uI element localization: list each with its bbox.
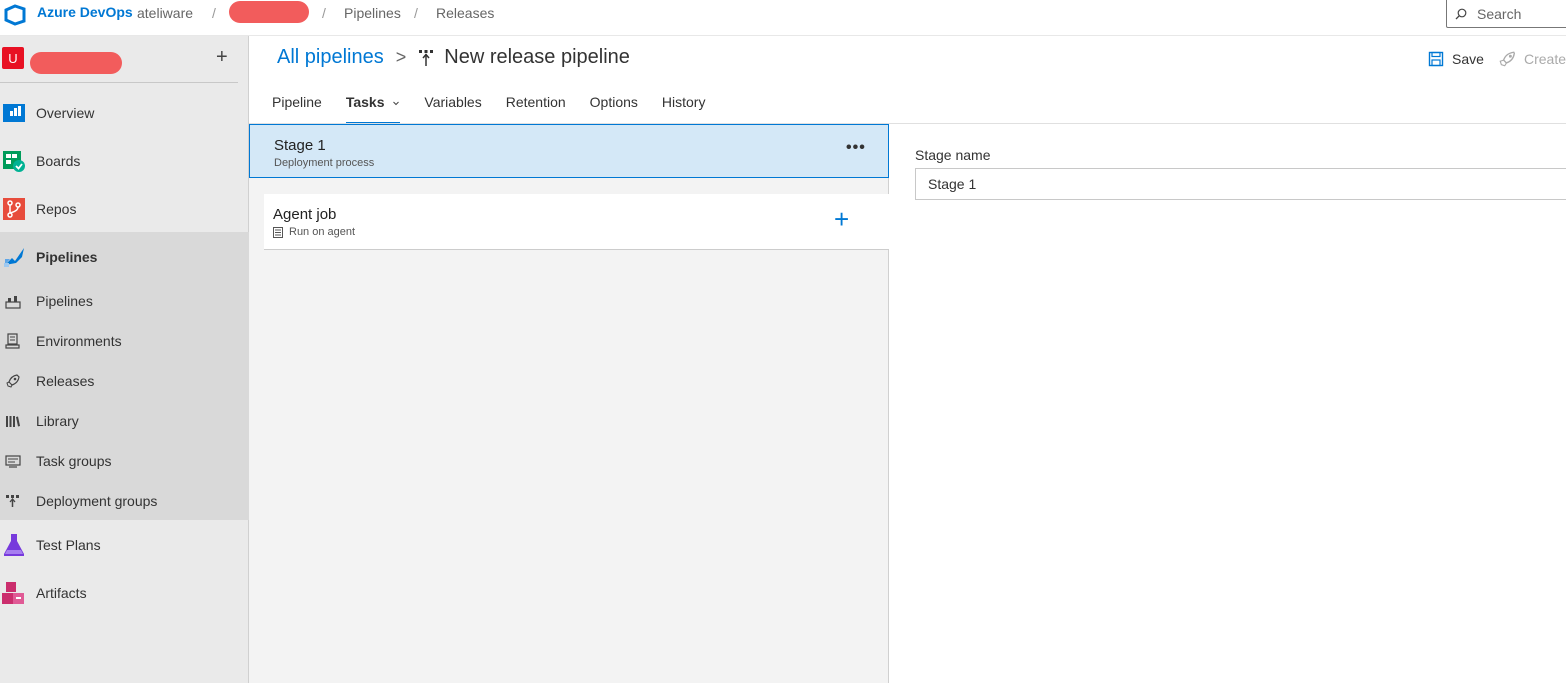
- stage-subtitle: Deployment process: [274, 157, 375, 169]
- pipelines-section: Pipelines Pipelines Environments Release…: [0, 232, 249, 520]
- azure-devops-logo-icon[interactable]: [4, 4, 26, 26]
- deployment-groups-icon: [6, 495, 19, 507]
- tab-tasks-label: Tasks: [345, 94, 385, 110]
- pipelines-sub-icon: [5, 296, 21, 309]
- overview-icon: [3, 104, 25, 122]
- save-button[interactable]: Save: [1428, 51, 1484, 67]
- rocket-icon: [1499, 51, 1515, 67]
- nav-sub-library[interactable]: Library: [0, 401, 249, 441]
- test-plans-flask-icon: [4, 534, 24, 556]
- nav-test-plans[interactable]: Test Plans: [0, 523, 249, 567]
- chevron-right-icon: >: [395, 47, 407, 67]
- releases-rocket-icon: [6, 374, 20, 388]
- add-task-plus-icon[interactable]: +: [834, 204, 849, 235]
- task-groups-icon: [5, 455, 21, 468]
- job-title: Agent job: [273, 206, 337, 223]
- breadcrumb-org[interactable]: ateliware: [137, 5, 193, 21]
- nav-sub-pipelines[interactable]: Pipelines: [0, 281, 249, 321]
- nav-sub-label: Environments: [36, 333, 122, 349]
- stage-item[interactable]: Stage 1 Deployment process •••: [249, 124, 889, 178]
- tab-variables[interactable]: Variables: [424, 94, 481, 124]
- nav-sub-releases[interactable]: Releases: [0, 361, 249, 401]
- nav-artifacts[interactable]: Artifacts: [0, 571, 249, 615]
- nav-boards[interactable]: Boards: [0, 139, 249, 183]
- breadcrumb-releases[interactable]: Releases: [436, 5, 494, 21]
- tab-bar: Pipeline Tasks Variables Retention Optio…: [272, 94, 729, 124]
- redacted-project-name[interactable]: [229, 1, 309, 23]
- main-content: All pipelines > New release pipeline Sav…: [249, 36, 1566, 683]
- nav-pipelines[interactable]: Pipelines: [0, 235, 249, 279]
- library-icon: [6, 416, 20, 427]
- more-options-icon[interactable]: •••: [846, 139, 866, 157]
- stage-title: Stage 1: [274, 137, 326, 154]
- nav-label: Boards: [36, 153, 81, 169]
- nav-repos[interactable]: Repos: [0, 187, 249, 231]
- tab-pipeline[interactable]: Pipeline: [272, 94, 322, 124]
- tab-retention[interactable]: Retention: [506, 94, 566, 124]
- nav-label: Pipelines: [36, 249, 98, 265]
- page-title: New release pipeline: [444, 46, 630, 68]
- nav-sub-task-groups[interactable]: Task groups: [0, 441, 249, 481]
- nav-sub-deployment-groups[interactable]: Deployment groups: [0, 481, 249, 521]
- tab-tasks[interactable]: Tasks: [345, 94, 401, 124]
- redacted-project-name[interactable]: [30, 52, 122, 74]
- boards-icon: [3, 151, 25, 172]
- environments-icon: [5, 333, 20, 349]
- search-placeholder: Search: [1477, 5, 1522, 22]
- chevron-down-icon: [393, 101, 400, 106]
- pipelines-icon: [4, 248, 24, 267]
- header-actions: Save Create: [1414, 50, 1566, 68]
- nav-sub-label: Library: [36, 413, 79, 429]
- tab-options[interactable]: Options: [590, 94, 638, 124]
- agent-job-item[interactable]: Agent job Run on agent +: [264, 194, 889, 250]
- new-project-plus-icon[interactable]: +: [216, 46, 228, 69]
- breadcrumb-pipelines[interactable]: Pipelines: [344, 5, 401, 21]
- breadcrumb-separator: /: [212, 5, 216, 21]
- repos-icon: [3, 198, 25, 220]
- app-root: Azure DevOps ateliware / / Pipelines / R…: [0, 0, 1566, 683]
- left-nav: U + Overview Boards Repos Pipelines Pipe…: [0, 36, 249, 683]
- nav-sub-environments[interactable]: Environments: [0, 321, 249, 361]
- breadcrumb-separator: /: [322, 5, 326, 21]
- breadcrumb-separator: /: [414, 5, 418, 21]
- nav-overview[interactable]: Overview: [0, 91, 249, 135]
- artifacts-icon: [2, 582, 24, 604]
- stage-tasks-pane: Stage 1 Deployment process ••• Agent job…: [249, 124, 889, 683]
- save-icon: [1428, 51, 1444, 67]
- nav-label: Overview: [36, 105, 95, 121]
- nav-sub-label: Pipelines: [36, 293, 93, 309]
- stage-name-input[interactable]: [915, 168, 1566, 200]
- brand-link[interactable]: Azure DevOps: [37, 4, 133, 20]
- divider: [0, 82, 238, 83]
- nav-sub-label: Task groups: [36, 453, 112, 469]
- top-bar: Azure DevOps ateliware / / Pipelines / R…: [0, 0, 1566, 36]
- stage-details-pane: Stage name: [890, 124, 1566, 683]
- server-icon: [273, 226, 283, 238]
- release-pipeline-icon: [419, 49, 434, 66]
- nav-label: Artifacts: [36, 585, 87, 601]
- job-subtitle: Run on agent: [273, 226, 355, 238]
- create-release-button[interactable]: Create: [1498, 50, 1566, 68]
- search-icon: [1455, 8, 1467, 19]
- create-label: Create: [1523, 51, 1566, 67]
- project-avatar[interactable]: U: [2, 47, 24, 69]
- nav-sub-label: Deployment groups: [36, 493, 158, 509]
- nav-label: Test Plans: [36, 537, 101, 553]
- tab-history[interactable]: History: [662, 94, 706, 124]
- job-subtitle-text: Run on agent: [289, 226, 356, 238]
- nav-sub-label: Releases: [36, 373, 95, 389]
- save-label: Save: [1452, 51, 1484, 67]
- stage-name-label: Stage name: [915, 147, 991, 163]
- all-pipelines-link[interactable]: All pipelines: [277, 46, 384, 69]
- page-header: All pipelines > New release pipeline: [277, 46, 630, 69]
- nav-label: Repos: [36, 201, 77, 217]
- search-box[interactable]: Search: [1446, 0, 1566, 28]
